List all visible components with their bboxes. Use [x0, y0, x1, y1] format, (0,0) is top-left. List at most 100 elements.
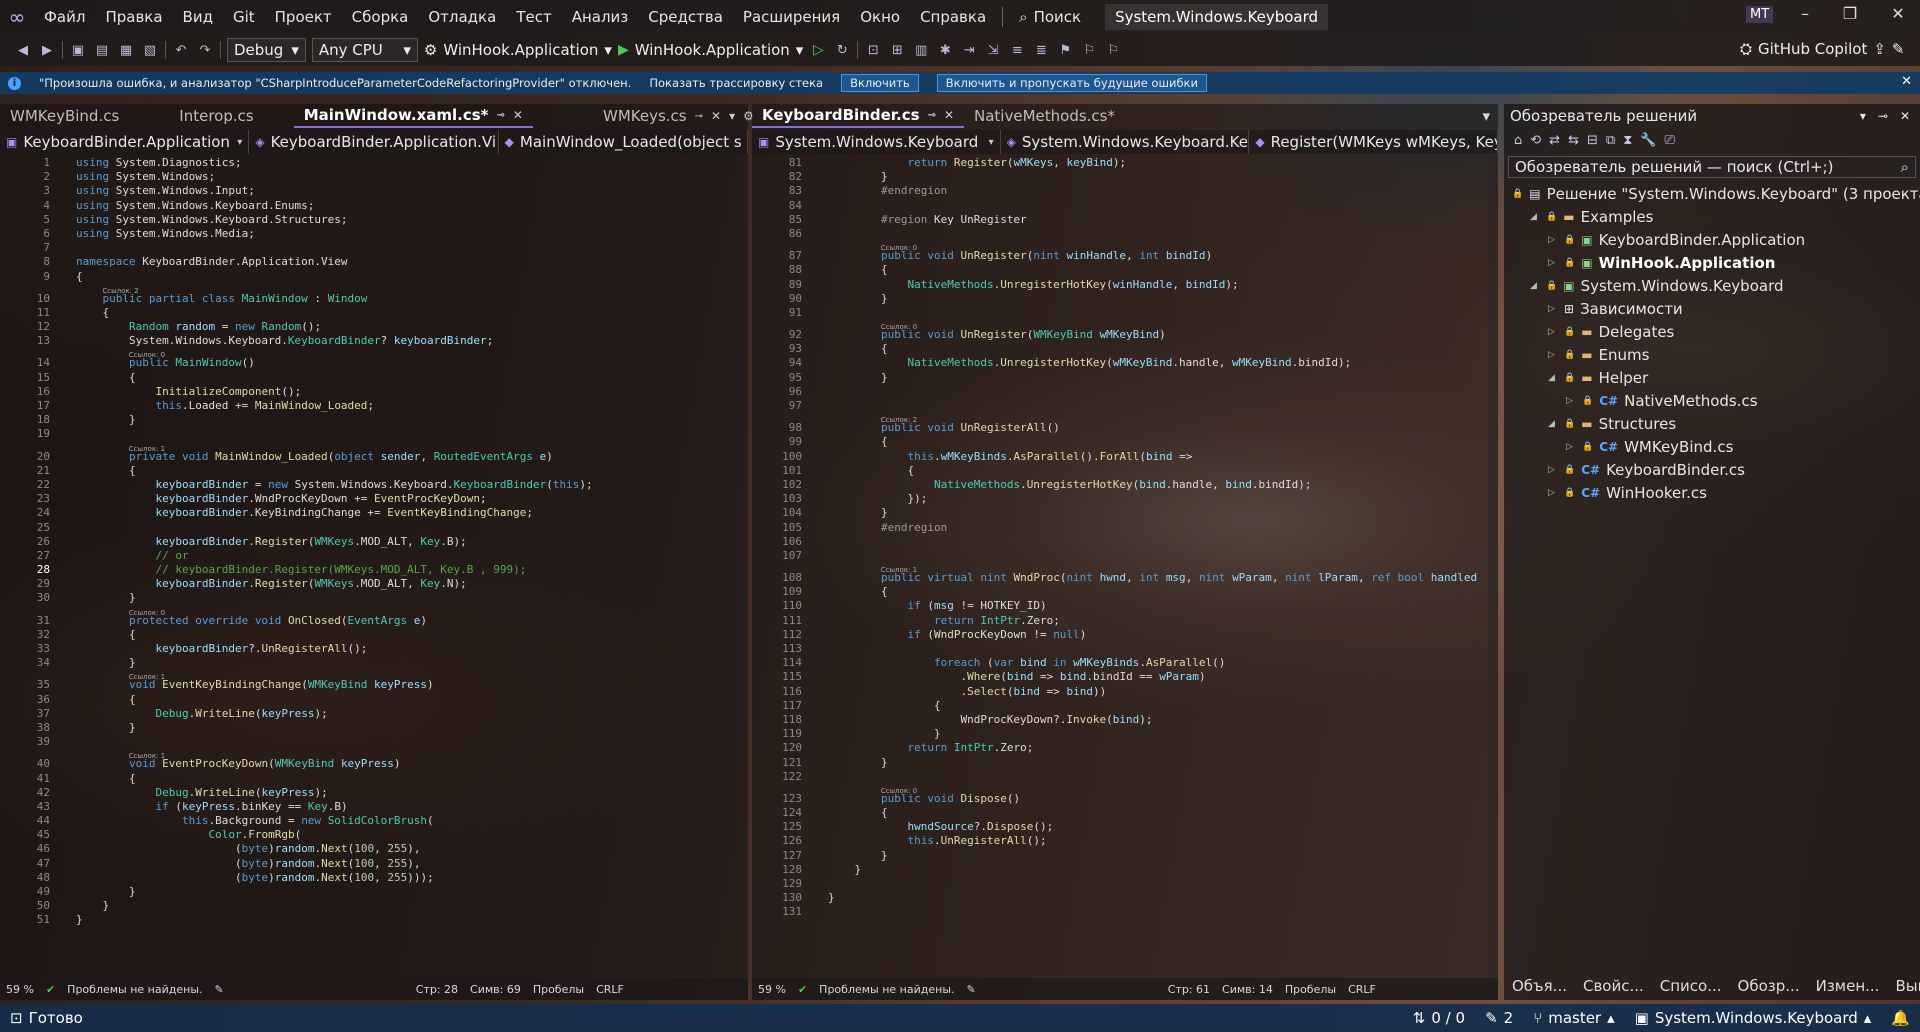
fold-gutter[interactable] [814, 877, 828, 891]
line-ending-indicator[interactable]: CRLF [596, 983, 624, 996]
fold-gutter[interactable] [814, 385, 828, 399]
diagnostics-icon[interactable]: ⊡ [864, 41, 882, 59]
expanded-arrow-icon[interactable]: ◢ [1530, 212, 1540, 222]
fold-gutter[interactable] [814, 249, 828, 263]
new-project-icon[interactable]: ▣ [69, 41, 87, 59]
tab-object-browser[interactable]: Объя... [1504, 977, 1575, 995]
fold-gutter[interactable] [62, 170, 76, 184]
fold-gutter[interactable] [814, 450, 828, 464]
close-icon[interactable]: ✕ [944, 108, 954, 122]
fold-gutter[interactable] [814, 435, 828, 449]
fold-gutter[interactable] [814, 891, 828, 905]
show-all-files-icon[interactable]: ⧉ [1606, 133, 1615, 148]
minimize-icon[interactable]: – [1785, 4, 1825, 23]
fold-gutter[interactable] [62, 678, 76, 692]
fold-gutter[interactable] [62, 871, 76, 885]
fold-gutter[interactable] [814, 713, 828, 727]
pin-icon[interactable]: ⊸ [695, 111, 703, 122]
collapsed-arrow-icon[interactable]: ▷ [1548, 258, 1558, 268]
prev-bookmark-icon[interactable]: ⚐ [1080, 41, 1098, 59]
tab-error-list[interactable]: Списо... [1652, 977, 1730, 995]
fold-gutter[interactable] [814, 156, 828, 170]
fold-gutter[interactable] [62, 292, 76, 306]
collapsed-arrow-icon[interactable]: ▷ [1548, 327, 1558, 337]
fold-gutter[interactable] [814, 421, 828, 435]
codelens-references[interactable]: Ссылок: 0 [752, 784, 1488, 795]
codelens-references[interactable]: Ссылок: 1 [0, 442, 738, 453]
fold-gutter[interactable] [814, 614, 828, 628]
fold-gutter[interactable] [814, 863, 828, 877]
show-stack-trace-link[interactable]: Показать трассировку стека [649, 76, 823, 90]
start-debugging-button[interactable]: ▶ WinHook.Application ▾ [618, 41, 803, 59]
spaces-indicator[interactable]: Пробелы [1285, 983, 1336, 996]
fold-gutter[interactable] [62, 614, 76, 628]
collapsed-arrow-icon[interactable]: ▷ [1566, 442, 1576, 452]
fold-gutter[interactable] [814, 278, 828, 292]
fold-gutter[interactable] [62, 707, 76, 721]
spaces-indicator[interactable]: Пробелы [533, 983, 584, 996]
fold-gutter[interactable] [62, 857, 76, 871]
fold-gutter[interactable] [62, 413, 76, 427]
tab-list-icon[interactable]: ▾ [1482, 107, 1498, 125]
hot-reload-icon[interactable]: ↻ [833, 41, 851, 59]
type-dropdown[interactable]: ◈KeyboardBinder.Application.Vi▾ [249, 130, 499, 154]
codelens-references[interactable]: Ссылок: 1 [0, 749, 738, 760]
code-cleanup-icon[interactable]: ✎ [215, 983, 224, 996]
fold-gutter[interactable] [62, 757, 76, 771]
fold-gutter[interactable] [62, 464, 76, 478]
fold-gutter[interactable] [62, 772, 76, 786]
menu-debug[interactable]: Отладка [418, 0, 506, 34]
filter-icon[interactable]: ⧗ [1623, 133, 1632, 148]
fold-gutter[interactable] [814, 727, 828, 741]
fold-gutter[interactable] [62, 184, 76, 198]
solution-search-input[interactable]: Обозреватель решений — поиск (Ctrl+;) ⌕ [1508, 156, 1916, 178]
fold-gutter[interactable] [814, 571, 828, 585]
zoom-dropdown[interactable]: 59 % [6, 983, 34, 996]
tab-mainwindow[interactable]: MainWindow.xaml.cs* ⊸ ✕ [293, 104, 533, 128]
pin-icon[interactable]: ⊸ [1878, 109, 1888, 123]
fold-gutter[interactable] [814, 849, 828, 863]
fold-gutter[interactable] [62, 270, 76, 284]
menu-build[interactable]: Сборка [342, 0, 419, 34]
home-icon[interactable]: ⌂ [1514, 133, 1522, 148]
type-dropdown[interactable]: ◈System.Windows.Keyboard.Key▾ [1001, 130, 1250, 154]
tab-wmkeybind[interactable]: WMKeyBind.cs [0, 104, 129, 128]
tree-node[interactable]: ◢ 🔒 ▬ Structures [1504, 412, 1920, 435]
fold-gutter[interactable] [62, 306, 76, 320]
fold-gutter[interactable] [814, 263, 828, 277]
tab-interop[interactable]: Interop.cs [169, 104, 263, 128]
tree-node[interactable]: ▷ 🔒 ▬ Delegates [1504, 320, 1920, 343]
menu-tools[interactable]: Средства [638, 0, 733, 34]
tree-node[interactable]: ▷ 🔒 ▬ Enums [1504, 343, 1920, 366]
close-icon[interactable]: ✕ [711, 109, 721, 123]
fold-gutter[interactable] [62, 899, 76, 913]
menu-help[interactable]: Справка [910, 0, 996, 34]
vertical-scrollbar[interactable] [1488, 156, 1498, 978]
fold-gutter[interactable] [62, 199, 76, 213]
save-all-icon[interactable]: ▧ [141, 41, 159, 59]
fold-gutter[interactable] [62, 549, 76, 563]
collapsed-arrow-icon[interactable]: ▷ [1548, 488, 1558, 498]
collapse-all-icon[interactable]: ⊟ [1587, 133, 1598, 148]
tab-properties[interactable]: Свойс... [1575, 977, 1652, 995]
menu-view[interactable]: Вид [173, 0, 223, 34]
fold-gutter[interactable] [814, 521, 828, 535]
fold-gutter[interactable] [814, 656, 828, 670]
menu-edit[interactable]: Правка [95, 0, 172, 34]
changes-indicator[interactable]: ⇅ 0 / 0 [1403, 1009, 1475, 1027]
next-bookmark-icon[interactable]: ⚐ [1104, 41, 1122, 59]
repository-button[interactable]: ▣ System.Windows.Keyboard ▴ [1625, 1009, 1882, 1027]
step-icon[interactable]: ⇥ [960, 41, 978, 59]
fold-gutter[interactable] [814, 199, 828, 213]
fold-gutter[interactable] [62, 521, 76, 535]
redo-icon[interactable]: ↷ [196, 41, 214, 59]
tree-node[interactable]: ◢ 🔒 ▬ Helper [1504, 366, 1920, 389]
fold-gutter[interactable] [814, 464, 828, 478]
collapsed-arrow-icon[interactable]: ▷ [1548, 304, 1558, 314]
fold-gutter[interactable] [814, 399, 828, 413]
tree-node[interactable]: ▷ 🔒 ▣ WinHook.Application [1504, 251, 1920, 274]
sync-icon[interactable]: ⟲ [1530, 133, 1541, 148]
collapsed-arrow-icon[interactable]: ▷ [1548, 350, 1558, 360]
member-dropdown[interactable]: ◆Register(WMKeys wMKeys, Key▾ [1249, 130, 1499, 154]
fold-gutter[interactable] [62, 628, 76, 642]
